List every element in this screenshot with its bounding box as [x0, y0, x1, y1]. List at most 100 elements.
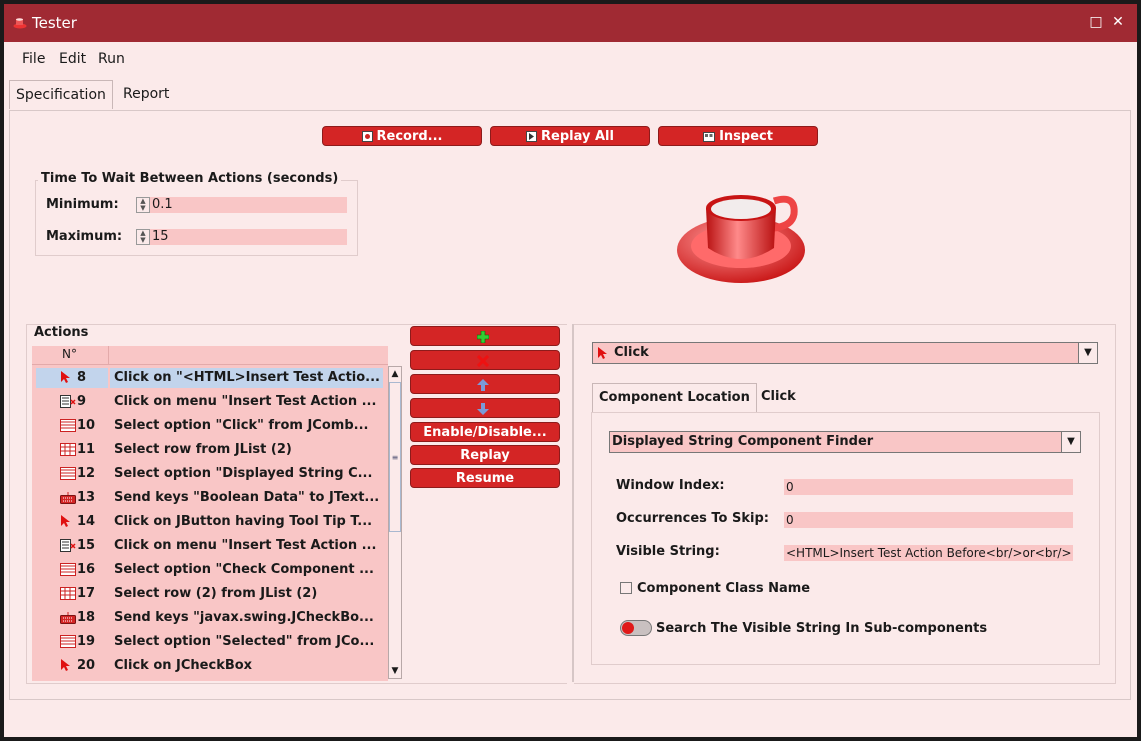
combo-icon — [60, 563, 76, 583]
toggle-knob — [622, 622, 634, 634]
row-number: 13 — [77, 490, 96, 505]
row-description: Click on JButton having Tool Tip T... — [114, 514, 373, 529]
actions-scrollbar[interactable]: ▲ ≡ ▼ — [388, 366, 402, 679]
row-description: Click on menu "Insert Test Action ... — [114, 538, 377, 553]
replay-button[interactable]: Replay — [410, 445, 560, 465]
remove-action-button[interactable] — [410, 350, 560, 370]
visible-string-label: Visible String: — [616, 544, 720, 559]
title-bar: Tester □ ✕ — [4, 4, 1137, 42]
maximize-icon[interactable]: □ — [1089, 15, 1103, 29]
chevron-down-icon[interactable]: ▼ — [1078, 343, 1097, 363]
keyboard-icon — [60, 611, 76, 631]
row-description: Select option "Click" from JComb... — [114, 418, 369, 433]
enable-disable-button[interactable]: Enable/Disable... — [410, 422, 560, 442]
list-icon — [60, 587, 76, 607]
component-class-checkbox[interactable] — [620, 582, 632, 594]
row-number-cell: 16 — [36, 560, 108, 580]
row-description: Select option "Displayed String C... — [114, 466, 373, 481]
row-number-cell: 19 — [36, 632, 108, 652]
row-description: Select option "Check Component ... — [114, 562, 374, 577]
search-sub-toggle[interactable] — [620, 620, 652, 636]
action-type-combo[interactable]: Click ▼ — [592, 342, 1098, 364]
tab-click[interactable]: Click — [755, 383, 802, 411]
scroll-thumb[interactable]: ≡ — [389, 382, 401, 532]
timing-group-label: Time To Wait Between Actions (seconds) — [38, 171, 342, 186]
chevron-down-icon[interactable]: ▼ — [1061, 432, 1080, 452]
record-icon — [361, 131, 373, 142]
table-row[interactable]: 19 Select option "Selected" from JCo... — [32, 630, 386, 654]
resume-button[interactable]: Resume — [410, 468, 560, 488]
occurrences-field[interactable]: 0 — [784, 512, 1073, 528]
row-number: 17 — [77, 586, 96, 601]
table-row[interactable]: 20 Click on JCheckBox — [32, 654, 386, 678]
main-tabs: Specification Report — [4, 78, 1137, 110]
combo-icon — [60, 467, 76, 487]
row-description: Send keys "Boolean Data" to JText... — [114, 490, 380, 505]
minimum-spinner[interactable]: ▲ ▼ 0.1 — [136, 197, 347, 213]
combo-icon — [60, 635, 76, 655]
maximum-spinner[interactable]: ▲ ▼ 15 — [136, 229, 347, 245]
inspect-button[interactable]: Inspect — [658, 126, 818, 146]
row-number: 10 — [77, 418, 96, 433]
row-description: Click on JCheckBox — [114, 658, 253, 673]
row-number-cell: 18 — [36, 608, 108, 628]
row-number-cell: 8 — [36, 368, 108, 388]
tab-report[interactable]: Report — [117, 80, 175, 108]
table-row[interactable]: 13 Send keys "Boolean Data" to JText... — [32, 486, 386, 510]
row-number-cell: 15 — [36, 536, 108, 556]
menu-edit[interactable]: Edit — [59, 51, 86, 67]
close-icon[interactable]: ✕ — [1111, 15, 1125, 29]
arrow-up-icon — [477, 378, 489, 391]
table-row[interactable]: 11 Select row from JList (2) — [32, 438, 386, 462]
row-number: 8 — [77, 370, 87, 385]
table-row[interactable]: 16 Select option "Check Component ... — [32, 558, 386, 582]
move-up-button[interactable] — [410, 374, 560, 394]
table-row[interactable]: 9 Click on menu "Insert Test Action ... — [32, 390, 386, 414]
list-icon — [60, 443, 76, 463]
table-row[interactable]: 14 Click on JButton having Tool Tip T... — [32, 510, 386, 534]
occurrences-label: Occurrences To Skip: — [616, 511, 769, 526]
x-icon — [476, 354, 490, 367]
table-row[interactable]: 15 Click on menu "Insert Test Action ... — [32, 534, 386, 558]
actions-group-label: Actions — [31, 325, 92, 340]
pointer-icon — [60, 659, 70, 679]
search-sub-label: Search The Visible String In Sub-compone… — [656, 621, 988, 636]
plus-icon — [476, 330, 490, 343]
row-number: 18 — [77, 610, 96, 625]
record-button[interactable]: Record... — [322, 126, 482, 146]
replay-all-label: Replay All — [541, 129, 614, 144]
spinner-arrows-icon[interactable]: ▲ ▼ — [136, 229, 150, 245]
pointer-icon — [60, 371, 70, 391]
row-number-cell: 20 — [36, 656, 108, 676]
actions-table[interactable]: N° 8 Click on "<HTML>Insert Test Actio...… — [32, 346, 388, 681]
row-number: 15 — [77, 538, 96, 553]
add-action-button[interactable] — [410, 326, 560, 346]
replay-all-button[interactable]: Replay All — [490, 126, 650, 146]
scroll-down-icon[interactable]: ▼ — [389, 664, 401, 678]
window-index-field[interactable]: 0 — [784, 479, 1073, 495]
menu-file[interactable]: File — [22, 51, 45, 67]
spinner-arrows-icon[interactable]: ▲ ▼ — [136, 197, 150, 213]
keyboard-icon — [60, 491, 76, 511]
finder-combo[interactable]: Displayed String Component Finder ▼ — [609, 431, 1081, 453]
table-row[interactable]: 8 Click on "<HTML>Insert Test Actio... — [32, 366, 386, 390]
table-row[interactable]: 18 Send keys "javax.swing.JCheckBo... — [32, 606, 386, 630]
table-header: N° — [32, 346, 388, 365]
row-number-cell: 14 — [36, 512, 108, 532]
action-type-value: Click — [614, 345, 649, 360]
row-number: 9 — [77, 394, 87, 409]
menu-icon — [60, 539, 76, 559]
table-row[interactable]: 17 Select row (2) from JList (2) — [32, 582, 386, 606]
menu-run[interactable]: Run — [98, 51, 125, 67]
table-row[interactable]: 12 Select option "Displayed String C... — [32, 462, 386, 486]
visible-string-field[interactable]: <HTML>Insert Test Action Before<br/>or<b… — [784, 545, 1073, 561]
tab-specification[interactable]: Specification — [9, 80, 113, 109]
column-divider — [108, 346, 109, 364]
move-down-button[interactable] — [410, 398, 560, 418]
maximum-value: 15 — [152, 229, 169, 244]
tab-component-location[interactable]: Component Location — [592, 383, 757, 412]
table-row[interactable]: 10 Select option "Click" from JComb... — [32, 414, 386, 438]
pointer-icon — [598, 347, 607, 359]
component-class-label: Component Class Name — [637, 581, 811, 596]
scroll-up-icon[interactable]: ▲ — [389, 367, 401, 381]
